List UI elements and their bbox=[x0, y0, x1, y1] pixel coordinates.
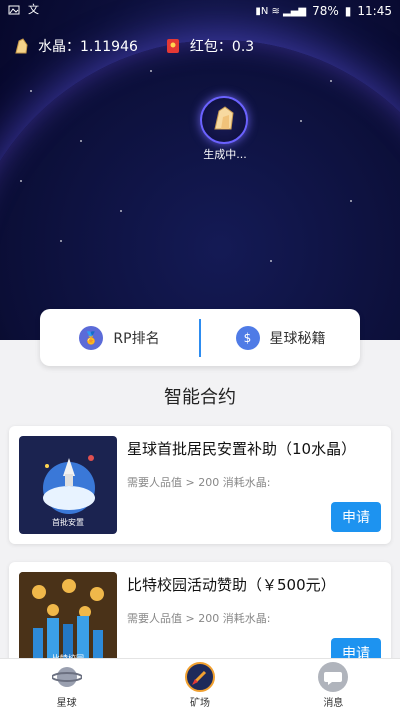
contract-title: 比特校园活动赞助（￥500元） bbox=[127, 576, 336, 594]
battery-icon: ▮ bbox=[344, 4, 352, 18]
dollar-icon: $ bbox=[235, 325, 260, 350]
thumb-caption: 首批安置 bbox=[52, 518, 84, 527]
redpacket-label: 红包： bbox=[189, 39, 232, 55]
redpacket-balance[interactable]: 红包：0.3 bbox=[164, 36, 254, 56]
battery-percent: 78% bbox=[312, 4, 339, 18]
bottom-nav: 星球 矿场 消息 bbox=[0, 658, 400, 711]
crystal-icon bbox=[12, 37, 30, 55]
rp-ranking-label: RP排名 bbox=[113, 330, 160, 347]
planet-secrets-label: 星球秘籍 bbox=[269, 330, 326, 347]
contract-title: 星球首批居民安置补助（10水晶） bbox=[127, 440, 357, 458]
crystal-orb[interactable] bbox=[200, 96, 248, 144]
contract-thumbnail: 首批安置 bbox=[19, 436, 117, 534]
quick-actions-card: 🏅 RP排名 $ 星球秘籍 bbox=[40, 309, 360, 366]
contract-requirement: 需要人品值 > 200 消耗水晶: bbox=[127, 612, 271, 625]
crystal-value: 1.11946 bbox=[80, 39, 138, 55]
nav-mine[interactable]: 矿场 bbox=[133, 659, 266, 711]
planet-icon bbox=[51, 662, 82, 692]
contract-card[interactable]: 首批安置 星球首批居民安置补助（10水晶） 需要人品值 > 200 消耗水晶: … bbox=[9, 426, 391, 544]
contract-requirement: 需要人品值 > 200 消耗水晶: bbox=[127, 476, 271, 489]
generating-label: 生成中... bbox=[203, 148, 247, 161]
crystal-label: 水晶： bbox=[38, 39, 80, 55]
translate-icon: 文 bbox=[28, 3, 39, 16]
shovel-icon bbox=[184, 661, 215, 692]
balances-row: 水晶：1.11946 红包：0.3 bbox=[12, 36, 254, 56]
chat-bubble-icon bbox=[318, 661, 349, 692]
apply-button[interactable]: 申请 bbox=[331, 502, 381, 532]
crystal-balance[interactable]: 水晶：1.11946 bbox=[12, 36, 138, 56]
rp-ranking-button[interactable]: 🏅 RP排名 bbox=[40, 309, 199, 366]
redpacket-value: 0.3 bbox=[231, 39, 255, 55]
planet-secrets-button[interactable]: $ 星球秘籍 bbox=[201, 309, 360, 366]
nav-planet-label: 星球 bbox=[56, 697, 77, 709]
section-title: 智能合约 bbox=[164, 387, 236, 408]
medal-icon: 🏅 bbox=[79, 325, 104, 350]
nav-planet[interactable]: 星球 bbox=[0, 659, 133, 711]
red-packet-icon bbox=[164, 37, 182, 55]
signal-icon: ▮N ≋ ▂▄▆ bbox=[255, 5, 307, 17]
nav-messages-label: 消息 bbox=[323, 697, 344, 709]
clock: 11:45 bbox=[357, 4, 392, 18]
nav-mine-label: 矿场 bbox=[189, 697, 210, 709]
planet-glow bbox=[0, 40, 400, 340]
crystal-cluster-icon bbox=[209, 103, 239, 137]
status-bar: 文 ▮N ≋ ▂▄▆ 78% ▮ 11:45 bbox=[0, 0, 400, 24]
image-icon bbox=[8, 4, 20, 16]
contract-thumbnail: 比特校园 bbox=[19, 572, 117, 670]
nav-messages[interactable]: 消息 bbox=[267, 659, 400, 711]
